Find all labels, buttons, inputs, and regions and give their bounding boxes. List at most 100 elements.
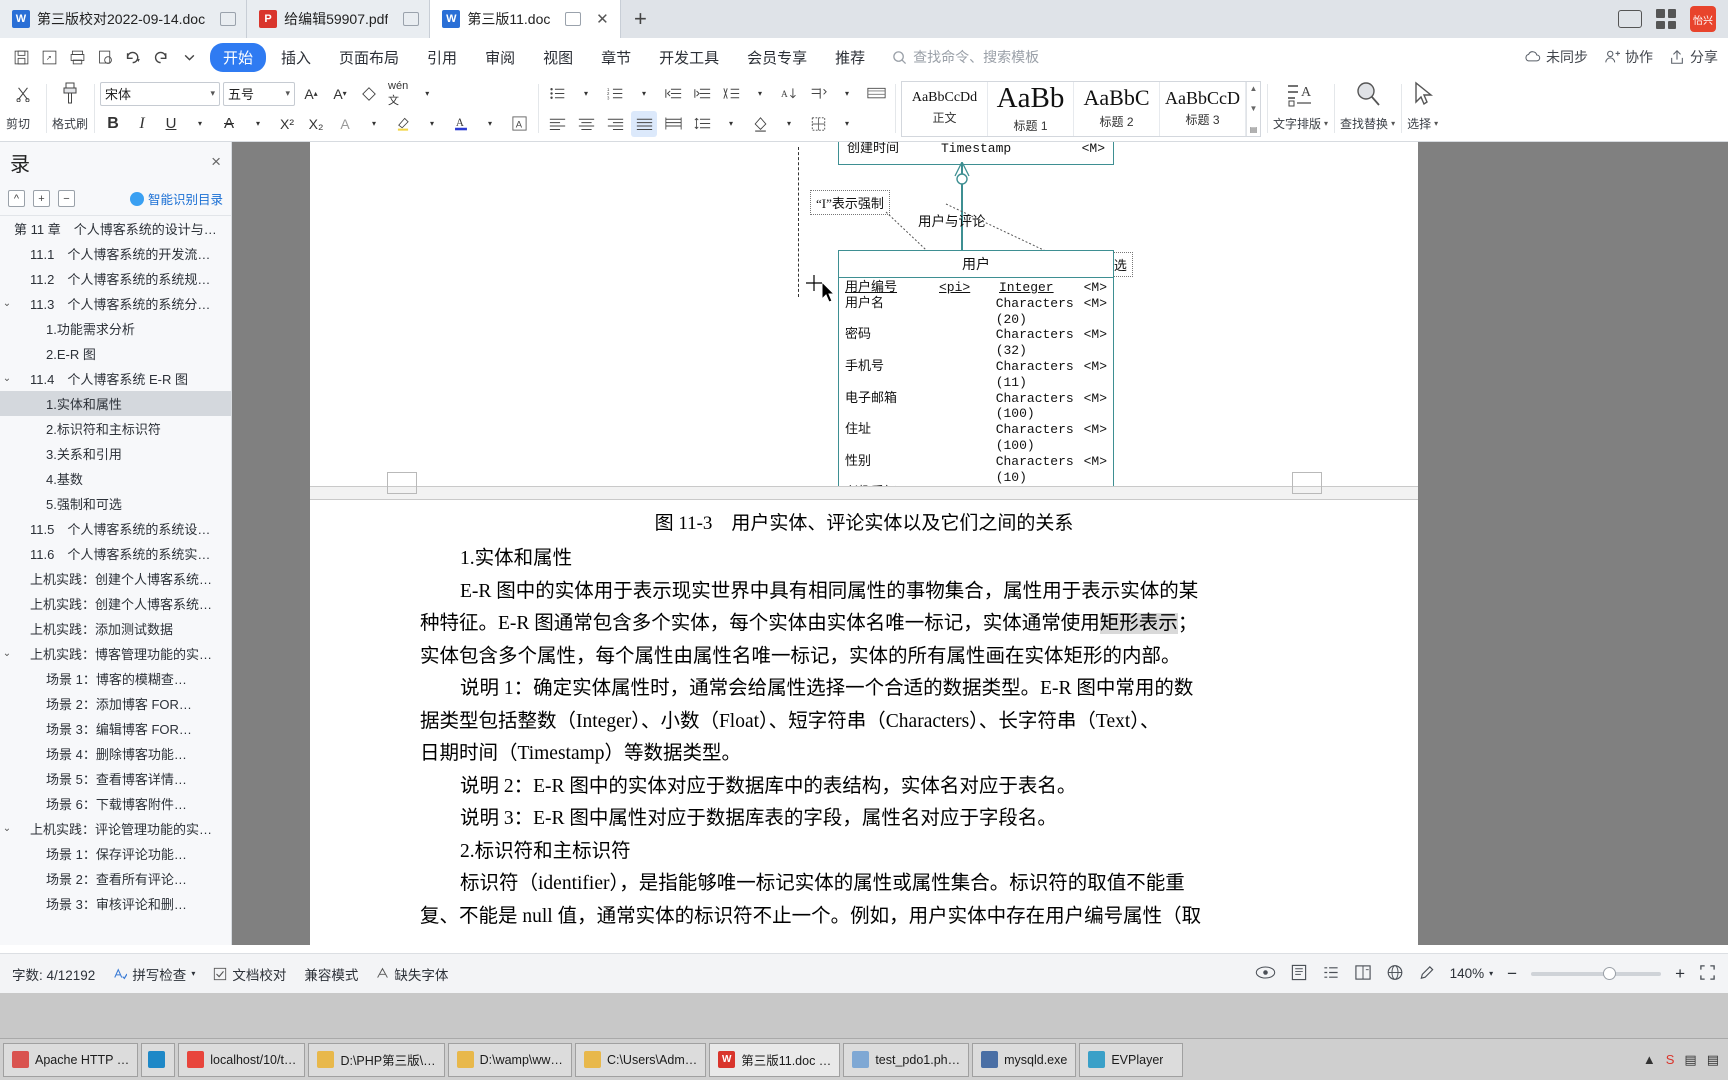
word-count[interactable]: 字数: 4/12192 xyxy=(12,964,95,984)
ribbon-tab-insert[interactable]: 插入 xyxy=(268,43,324,72)
battery-icon[interactable]: ▤ xyxy=(1684,1052,1696,1068)
taskbar-items[interactable]: Apache HTTP … localhost/10/t… D:\PHP第三版\… D… xyxy=(0,1038,1728,1080)
clear-format-button[interactable] xyxy=(356,81,382,107)
superscript-button[interactable]: X² xyxy=(274,111,300,137)
taskbar-item-1[interactable] xyxy=(141,1042,176,1077)
bullets-button[interactable] xyxy=(544,81,570,107)
taskbar-item-7[interactable]: test_pdo1.ph… xyxy=(843,1042,970,1077)
nav-item-17[interactable]: ⌄ 上机实践：博客管理功能的实… xyxy=(0,641,231,666)
ribbon-tab-home[interactable]: 开始 xyxy=(210,42,267,72)
paragraph-layout-dropdown[interactable]: ▾ xyxy=(747,81,773,107)
nav-item-20[interactable]: 场景 3：编辑博客 FOR… xyxy=(0,716,231,741)
shrink-font-button[interactable]: A ▾ xyxy=(327,81,353,107)
nav-item-6[interactable]: ⌄ 11.4 个人博客系统 E-R 图 xyxy=(0,366,231,391)
nav-item-24[interactable]: ⌄ 上机实践：评论管理功能的实… xyxy=(0,816,231,841)
style-more-icon[interactable]: ▤ xyxy=(1250,125,1258,134)
sogou-icon[interactable]: S xyxy=(1666,1052,1675,1067)
highlight-color-button[interactable] xyxy=(390,111,416,137)
expand-plus-icon[interactable]: + xyxy=(33,190,50,207)
taskbar-item-3[interactable]: D:\PHP第三版\… xyxy=(308,1042,445,1077)
missing-font-button[interactable]: 缺失字体 xyxy=(376,964,448,984)
outline-view-icon[interactable] xyxy=(1322,964,1340,984)
navigation-list[interactable]: 第 11 章 个人博客系统的设计与… 11.1 个人博客系统的开发流… 11.2 个… xyxy=(0,216,231,945)
up-arrow-icon[interactable]: ▲ xyxy=(1643,1052,1656,1067)
show-marks-button[interactable] xyxy=(805,81,831,107)
eye-icon[interactable] xyxy=(1255,965,1276,983)
doc-proof-button[interactable]: 文档校对 xyxy=(213,964,286,984)
borders-button[interactable] xyxy=(805,111,831,137)
pinyin-dropdown[interactable]: ▾ xyxy=(414,81,440,107)
save-as-icon[interactable]: ↗ xyxy=(36,44,62,70)
nav-item-19[interactable]: 场景 2：添加博客 FOR… xyxy=(0,691,231,716)
compat-mode[interactable]: 兼容模式 xyxy=(304,964,358,984)
nav-item-13[interactable]: 11.6 个人博客系统的系统实… xyxy=(0,541,231,566)
grow-font-button[interactable]: A ▴ xyxy=(298,81,324,107)
document-tab-1[interactable]: P 给编辑59907.pdf xyxy=(247,0,431,38)
underline-button[interactable]: U xyxy=(158,111,184,137)
nav-item-7[interactable]: 1.实体和属性 xyxy=(0,391,231,416)
new-tab-button[interactable]: + xyxy=(621,0,659,38)
tab-preview-icon[interactable] xyxy=(403,12,420,26)
ribbon-tab-review[interactable]: 审阅 xyxy=(472,43,528,72)
redo-icon[interactable] xyxy=(148,44,174,70)
chevron-down-icon[interactable]: ⌄ xyxy=(0,823,14,834)
nav-item-21[interactable]: 场景 4：删除博客功能… xyxy=(0,741,231,766)
chevron-down-icon[interactable]: ⌄ xyxy=(0,373,14,384)
save-icon[interactable] xyxy=(8,44,34,70)
pinyin-guide-button[interactable]: wén 文 xyxy=(385,80,411,107)
print-preview-icon[interactable] xyxy=(92,44,118,70)
collapse-minus-icon[interactable]: − xyxy=(58,190,75,207)
zoom-in-button[interactable]: + xyxy=(1675,964,1685,984)
italic-button[interactable]: I xyxy=(129,111,155,137)
nav-item-8[interactable]: 2.标识符和主标识符 xyxy=(0,416,231,441)
document-tab-2[interactable]: W 第三版11.doc ✕ xyxy=(430,0,622,38)
style-item-body[interactable]: AaBbCcDd 正文 xyxy=(902,81,989,136)
strikethrough-dropdown[interactable]: ▾ xyxy=(245,111,271,137)
taskbar-item-4[interactable]: D:\wamp\ww… xyxy=(447,1042,572,1077)
zoom-slider[interactable] xyxy=(1531,966,1662,980)
zoom-slider-handle[interactable] xyxy=(1603,966,1617,980)
nav-item-15[interactable]: 上机实践：创建个人博客系统… xyxy=(0,591,231,616)
document-page-current[interactable]: 图 11-3 用户实体、评论实体以及它们之间的关系 1.实体和属性 E-R 图中… xyxy=(310,500,1418,945)
nav-item-23[interactable]: 场景 6：下载博客附件… xyxy=(0,791,231,816)
ribbon-tab-developer[interactable]: 开发工具 xyxy=(646,43,732,72)
apps-grid-icon[interactable] xyxy=(1656,9,1676,29)
nav-item-12[interactable]: 11.5 个人博客系统的系统设… xyxy=(0,516,231,541)
line-spacing-button[interactable] xyxy=(689,111,715,137)
chevron-down-icon[interactable]: ⌄ xyxy=(0,298,14,309)
align-center-button[interactable] xyxy=(573,111,599,137)
nav-item-5[interactable]: 2.E-R 图 xyxy=(0,341,231,366)
increase-indent-button[interactable] xyxy=(689,81,715,107)
numbering-dropdown[interactable]: ▾ xyxy=(631,81,657,107)
nav-item-27[interactable]: 场景 3：审核评论和删… xyxy=(0,891,231,916)
nav-item-1[interactable]: 11.1 个人博客系统的开发流… xyxy=(0,241,231,266)
shading-button[interactable] xyxy=(747,111,773,137)
style-gallery-scroll[interactable]: ▲ ▼ ▤ xyxy=(1246,81,1260,136)
share-button[interactable]: 分享 xyxy=(1669,47,1718,67)
font-family-select[interactable]: 宋体 ▾ xyxy=(100,81,221,106)
undo-icon[interactable]: ▾ xyxy=(120,44,146,70)
ribbon-tab-references[interactable]: 引用 xyxy=(414,43,470,72)
scroll-up-icon[interactable]: ▲ xyxy=(1250,84,1258,93)
subscript-button[interactable]: X₂ xyxy=(303,111,329,137)
nav-item-9[interactable]: 3.关系和引用 xyxy=(0,441,231,466)
highlight-dropdown[interactable]: ▾ xyxy=(419,111,445,137)
grid-lines-button[interactable] xyxy=(863,81,889,107)
ribbon-tab-recommend[interactable]: 推荐 xyxy=(822,43,878,72)
numbering-button[interactable]: 123 xyxy=(602,81,628,107)
ribbon-tab-member[interactable]: 会员专享 xyxy=(734,43,820,72)
nav-item-22[interactable]: 场景 5：查看博客详情… xyxy=(0,766,231,791)
nav-item-3[interactable]: ⌄ 11.3 个人博客系统的系统分… xyxy=(0,291,231,316)
nav-item-10[interactable]: 4.基数 xyxy=(0,466,231,491)
read-view-icon[interactable] xyxy=(1354,964,1372,984)
collapse-all-icon[interactable]: ^ xyxy=(8,190,25,207)
tab-preview-icon[interactable] xyxy=(220,12,237,26)
style-item-heading-2[interactable]: AaBbC 标题 2 xyxy=(1074,81,1161,136)
tab-preview-icon[interactable] xyxy=(565,12,582,26)
print-icon[interactable] xyxy=(64,44,90,70)
page-view-icon[interactable] xyxy=(1290,964,1308,984)
zoom-level[interactable]: 140% ▾ xyxy=(1450,966,1494,981)
char-border-button[interactable]: A xyxy=(506,111,532,137)
bullets-dropdown[interactable]: ▾ xyxy=(573,81,599,107)
font-color-button[interactable]: A xyxy=(448,111,474,137)
